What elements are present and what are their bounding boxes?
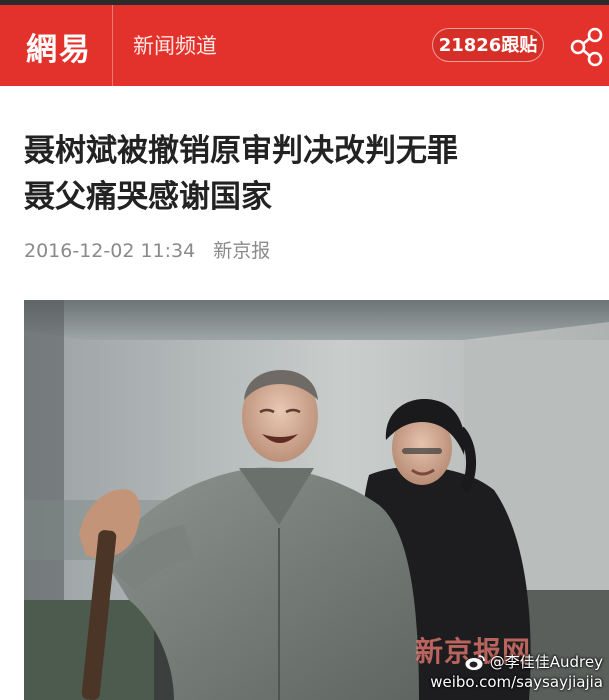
reply-count-button[interactable]: 21826跟贴 [432, 28, 544, 62]
news-app: 網易 新闻频道 21826跟贴 聂树斌被撤销原审判决改判无罪 聂父痛哭感谢国家 … [0, 0, 609, 700]
weibo-handle-row: @李佳佳Audrey [430, 652, 603, 672]
channel-link[interactable]: 新闻频道 [133, 30, 217, 60]
weibo-handle: @李佳佳Audrey [489, 653, 603, 671]
article-title-line-1: 聂树斌被撤销原审判决改判无罪 [24, 133, 458, 169]
top-bar: 網易 新闻频道 21826跟贴 [0, 0, 609, 86]
article-title-line-2: 聂父痛哭感谢国家 [24, 179, 272, 215]
weibo-attribution: @李佳佳Audrey weibo.com/saysayjiajia [430, 652, 603, 692]
header-divider [112, 5, 113, 86]
article-title: 聂树斌被撤销原审判决改判无罪 聂父痛哭感谢国家 [24, 128, 594, 220]
article-datetime: 2016-12-02 11:34 [24, 240, 196, 262]
weibo-url: weibo.com/saysayjiajia [430, 673, 603, 691]
weibo-icon [464, 654, 485, 671]
article-source[interactable]: 新京报 [213, 240, 270, 262]
netease-logo[interactable]: 網易 [26, 24, 92, 69]
share-icon[interactable] [568, 26, 606, 68]
article-meta: 2016-12-02 11:34 新京报 [24, 236, 270, 263]
status-strip [0, 0, 609, 5]
